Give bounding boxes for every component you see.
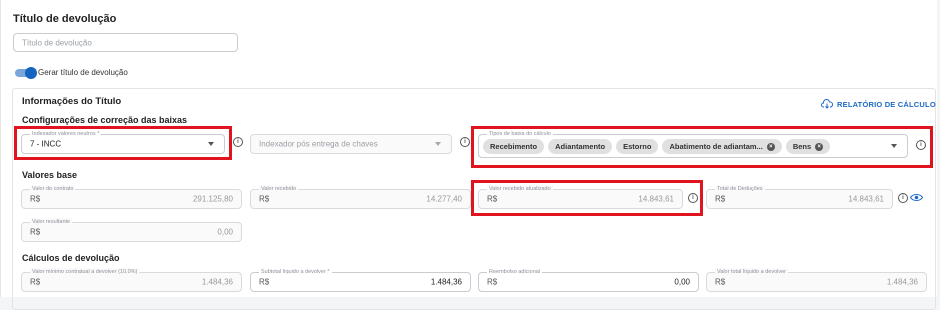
subtotal-liquido-label: Subtotal líquido a devolver * xyxy=(259,268,332,276)
valor-recebido-field: Valor recebido R$ 14.277,40 xyxy=(250,185,471,209)
currency-prefix: R$ xyxy=(30,277,41,287)
return-title-card: Título de devolução Título de devolução … xyxy=(0,0,937,310)
indexador-pos-select[interactable]: Indexador pós entrega de chaves xyxy=(250,134,452,154)
cloud-download-icon xyxy=(821,99,833,109)
valor-minimo-field: Valor mínimo contratual a devolver (10.0… xyxy=(21,268,242,292)
valor-total-liquido-label: Valor total líquido a devolver xyxy=(715,268,788,276)
valor-contrato-field: Valor do contrato R$ 291.125,80 xyxy=(21,185,242,209)
valor-minimo-value: 1.484,36 xyxy=(201,277,233,287)
gerar-titulo-toggle[interactable] xyxy=(15,67,37,79)
titulo-devolucao-placeholder: Título de devolução xyxy=(22,38,92,47)
currency-prefix: R$ xyxy=(259,277,270,287)
currency-prefix: R$ xyxy=(715,194,726,204)
info-icon[interactable]: i xyxy=(460,137,470,147)
info-icon[interactable]: i xyxy=(233,137,243,147)
valor-resultante-value: 0,00 xyxy=(217,227,233,237)
highlight-indexador xyxy=(14,126,232,160)
reembolso-adicional-label: Reembolso adicional xyxy=(487,268,543,276)
info-icon[interactable]: i xyxy=(898,193,908,203)
total-deducoes-field: Total de Deduções R$ 14.843,61 xyxy=(706,185,893,209)
reembolso-adicional-value: 0,00 xyxy=(674,277,690,287)
valor-recebido-value: 14.277,40 xyxy=(426,194,462,204)
info-icon[interactable]: i xyxy=(916,140,926,150)
indexador-pos-placeholder: Indexador pós entrega de chaves xyxy=(259,139,378,149)
highlight-recebido-atualizado xyxy=(471,180,703,216)
chevron-down-icon[interactable] xyxy=(435,142,441,146)
valor-contrato-label: Valor do contrato xyxy=(30,185,76,193)
valor-total-liquido-field: Valor total líquido a devolver R$ 1.484,… xyxy=(706,268,927,292)
currency-prefix: R$ xyxy=(259,194,270,204)
valor-resultante-label: Valor resultante xyxy=(30,218,73,226)
valor-contrato-value: 291.125,80 xyxy=(192,194,233,204)
reembolso-adicional-input[interactable]: Reembolso adicional R$ 0,00 xyxy=(478,268,699,292)
valor-recebido-label: Valor recebido xyxy=(259,185,299,193)
titulo-devolucao-input[interactable]: Título de devolução xyxy=(13,33,238,52)
valor-total-liquido-value: 1.484,36 xyxy=(886,277,918,287)
currency-prefix: R$ xyxy=(30,227,41,237)
section-title: Título de devolução xyxy=(13,13,117,25)
highlight-tipos-baixa xyxy=(471,126,933,168)
eye-icon[interactable] xyxy=(910,193,923,202)
valor-minimo-label: Valor mínimo contratual a devolver (10.0… xyxy=(30,268,140,276)
currency-prefix: R$ xyxy=(30,194,41,204)
correcao-title: Configurações de correção das baixas xyxy=(22,115,188,125)
total-deducoes-value: 14.843,61 xyxy=(848,194,884,204)
report-link-label: RELATÓRIO DE CÁLCULO xyxy=(837,99,936,109)
report-link[interactable]: RELATÓRIO DE CÁLCULO xyxy=(821,99,936,109)
currency-prefix: R$ xyxy=(487,277,498,287)
calculos-title: Cálculos de devolução xyxy=(22,253,120,263)
info-section-title: Informações do Título xyxy=(22,96,122,107)
subtotal-liquido-input[interactable]: Subtotal líquido a devolver * R$ 1.484,3… xyxy=(250,268,471,292)
total-deducoes-label: Total de Deduções xyxy=(715,185,765,193)
toggle-knob xyxy=(25,67,37,79)
toggle-label: Gerar título de devolução xyxy=(38,68,128,77)
subtotal-liquido-value: 1.484,36 xyxy=(430,277,462,287)
currency-prefix: R$ xyxy=(715,277,726,287)
valores-base-title: Valores base xyxy=(22,170,78,180)
valor-resultante-field: Valor resultante R$ 0,00 xyxy=(21,218,242,242)
